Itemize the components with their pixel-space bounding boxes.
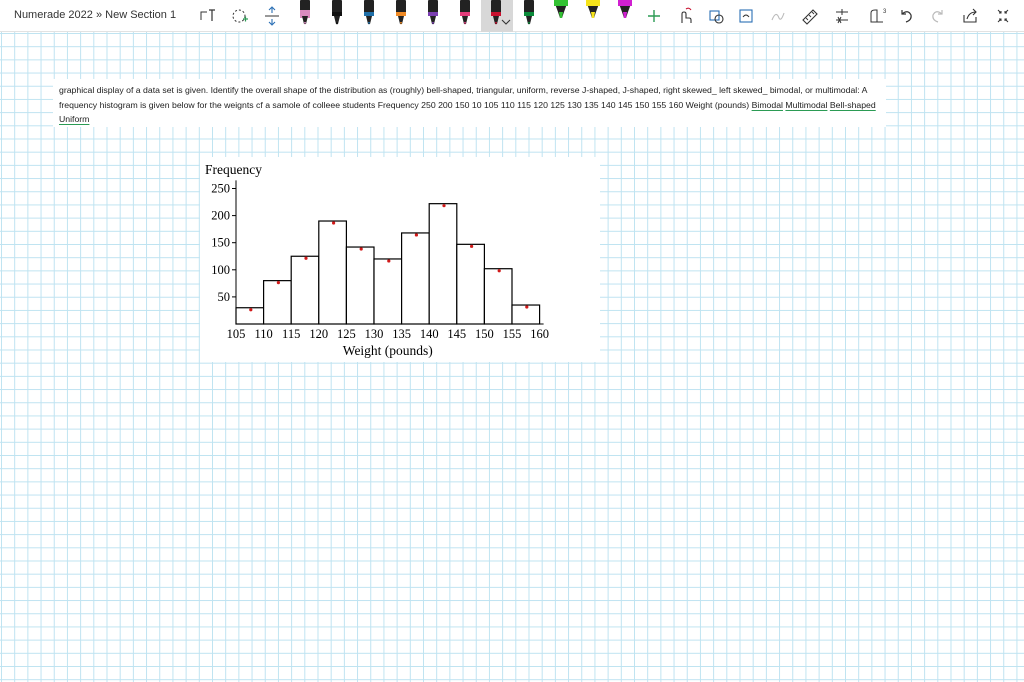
- add-pen-icon[interactable]: [644, 4, 664, 28]
- pen-tool[interactable]: [360, 0, 380, 25]
- histogram-bar: [318, 220, 348, 325]
- pen-tool[interactable]: [520, 0, 540, 25]
- y-tick-label: 50: [218, 290, 231, 304]
- pen-tool[interactable]: [296, 0, 316, 25]
- pen-tool[interactable]: [552, 0, 572, 24]
- y-tick-label: 100: [211, 263, 230, 277]
- annotation-dot: [276, 281, 280, 285]
- answer-option[interactable]: Uniform: [59, 114, 89, 124]
- annotation-dot: [387, 259, 391, 263]
- replay-icon[interactable]: 3: [866, 4, 890, 28]
- question-block[interactable]: graphical display of a data set is given…: [53, 79, 886, 127]
- x-axis-title: Weight (pounds): [343, 343, 433, 358]
- x-tick-label: 145: [447, 327, 466, 341]
- histogram-bar: [345, 246, 375, 325]
- question-text: graphical display of a data set is given…: [59, 85, 867, 110]
- answer-option[interactable]: Multimodal: [785, 100, 827, 110]
- answer-option[interactable]: Bell-shaped: [830, 100, 876, 110]
- ink-to-text-icon[interactable]: [736, 4, 756, 28]
- histogram-bar: [428, 203, 458, 325]
- annotation-dot: [332, 221, 336, 225]
- pen-tool[interactable]: [456, 0, 476, 25]
- breadcrumb-section[interactable]: New Section 1: [105, 9, 176, 21]
- annotation-dot: [249, 308, 253, 312]
- histogram-chart: 250 200 150 100 50 105 110 115 120 125 130 135 140 14…: [205, 162, 549, 358]
- y-tick-label: 250: [211, 182, 230, 196]
- pen-tool[interactable]: [424, 0, 444, 25]
- x-tick-label: 150: [475, 327, 494, 341]
- annotation-dot: [497, 269, 501, 273]
- x-tick-label: 115: [282, 327, 300, 341]
- y-tick-label: 150: [211, 236, 230, 250]
- undo-icon[interactable]: [896, 4, 916, 28]
- annotation-dot: [470, 244, 474, 248]
- annotation-dot: [414, 233, 418, 237]
- share-icon[interactable]: [960, 4, 980, 28]
- y-axis-title: Frequency: [205, 162, 262, 177]
- histogram-image[interactable]: 250 200 150 100 50 105 110 115 120 125 130 135 140 14…: [200, 157, 600, 362]
- histogram-bar: [483, 268, 513, 325]
- collapse-icon[interactable]: [993, 4, 1013, 28]
- ink-to-shape-icon[interactable]: [706, 4, 726, 28]
- histogram-bar: [290, 255, 320, 325]
- pen-tool[interactable]: [392, 0, 412, 25]
- pen-tool[interactable]: [584, 0, 604, 24]
- x-tick-label: 130: [365, 327, 384, 341]
- x-tick-label: 105: [227, 327, 246, 341]
- annotation-dot: [525, 305, 529, 309]
- redo-icon[interactable]: [928, 4, 948, 28]
- pen-tool[interactable]: [328, 0, 348, 25]
- breadcrumb-notebook[interactable]: Numerade 2022: [14, 9, 93, 21]
- x-tick-label: 160: [530, 327, 549, 341]
- histogram-bar: [262, 280, 292, 325]
- annotation-dot: [442, 204, 446, 208]
- math-icon[interactable]: [832, 4, 852, 28]
- x-tick-label: 155: [503, 327, 522, 341]
- y-tick-label: 200: [211, 209, 230, 223]
- question-text-container: graphical display of a data set is given…: [59, 83, 880, 127]
- x-tick-label: 110: [254, 327, 272, 341]
- x-tick-label: 125: [337, 327, 356, 341]
- insert-space-icon[interactable]: [262, 4, 282, 28]
- breadcrumb[interactable]: Numerade 2022 » New Section 1: [14, 9, 176, 21]
- answer-option[interactable]: Bimodal: [752, 100, 783, 110]
- histogram-bar: [373, 258, 403, 325]
- ribbon-toolbar: Numerade 2022 » New Section 1 3: [0, 0, 1024, 32]
- ink-to-math-icon[interactable]: [768, 4, 788, 28]
- ruler-icon[interactable]: [800, 4, 820, 28]
- x-tick-label: 140: [420, 327, 439, 341]
- lasso-select-icon[interactable]: [230, 4, 250, 28]
- touch-draw-icon[interactable]: [674, 4, 694, 28]
- pen-tool[interactable]: [616, 0, 636, 24]
- breadcrumb-separator: »: [95, 9, 103, 21]
- svg-text:3: 3: [883, 9, 887, 15]
- lasso-text-icon[interactable]: [198, 4, 218, 28]
- x-tick-label: 135: [392, 327, 411, 341]
- annotation-dot: [359, 247, 363, 251]
- histogram-bar: [456, 243, 485, 325]
- annotation-dot: [304, 256, 308, 260]
- x-tick-label: 120: [309, 327, 328, 341]
- histogram-bar: [401, 232, 430, 325]
